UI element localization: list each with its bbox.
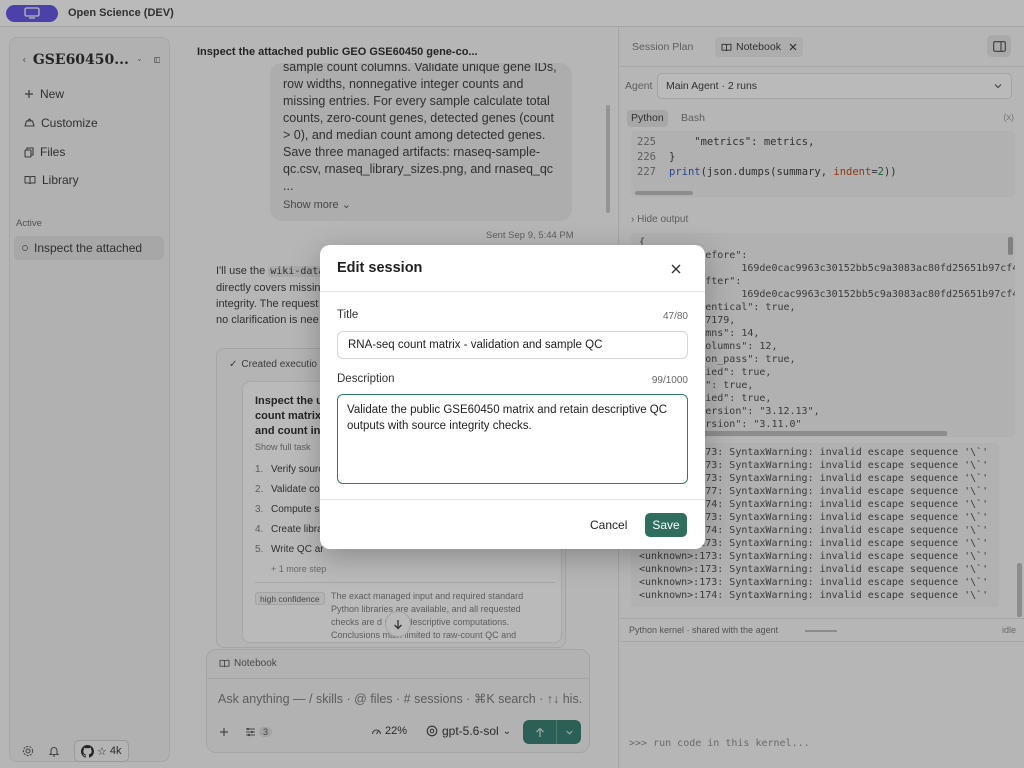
divider [320, 291, 705, 292]
description-textarea[interactable]: Validate the public GSE60450 matrix and … [337, 394, 688, 484]
title-char-count: 47/80 [662, 311, 688, 322]
cancel-button[interactable]: Cancel [584, 513, 633, 537]
dialog-title: Edit session [337, 260, 423, 276]
title-input[interactable] [337, 331, 688, 359]
close-icon [671, 264, 681, 274]
divider [320, 499, 705, 500]
edit-session-dialog: Edit session Title 47/80 Description 99/… [320, 245, 705, 549]
save-button[interactable]: Save [645, 513, 687, 537]
description-label: Description [337, 373, 395, 385]
description-char-count: 99/1000 [651, 375, 688, 386]
close-button[interactable] [666, 259, 686, 279]
title-label: Title [337, 309, 359, 321]
